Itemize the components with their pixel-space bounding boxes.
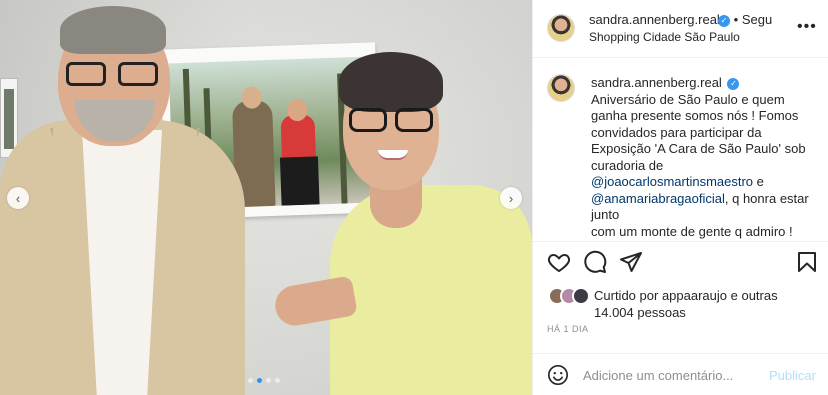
follow-button[interactable]: Segu — [742, 12, 772, 27]
chevron-left-icon: ‹ — [15, 190, 21, 206]
paper-plane-icon[interactable] — [619, 250, 643, 274]
likes-summary: Curtido por appaaraujo e outras 14.004 p… — [533, 283, 828, 323]
caption-text: com um monte de gente q admiro ! — [591, 223, 793, 239]
verified-badge-icon: ✓ — [727, 77, 740, 90]
action-bar — [533, 241, 828, 281]
heart-icon[interactable] — [547, 250, 571, 274]
comment-input[interactable] — [583, 364, 753, 386]
caption-avatar[interactable] — [547, 74, 575, 102]
mention-link[interactable]: @anamariabragaoficial — [591, 191, 725, 206]
carousel-dot — [248, 378, 253, 383]
location-link[interactable]: Shopping Cidade São Paulo — [589, 30, 740, 44]
liker-avatars[interactable] — [548, 287, 592, 305]
likes-prefix: Curtido por — [594, 288, 659, 303]
caption-username[interactable]: sandra.annenberg.real — [591, 75, 722, 90]
post-photo[interactable]: ‹ › — [0, 0, 532, 395]
post-comment-button[interactable]: Publicar — [769, 368, 816, 383]
header-separator: • — [733, 12, 739, 27]
post-timestamp[interactable]: HÁ 1 DIA — [547, 324, 589, 334]
post-sidebar: sandra.annenberg.real ✓ • Segu Shopping … — [532, 0, 828, 395]
man-glasses — [66, 62, 158, 86]
chevron-right-icon: › — [508, 190, 514, 206]
verified-badge-icon: ✓ — [718, 14, 730, 27]
comment-icon[interactable] — [583, 250, 607, 274]
comment-bar: Publicar — [533, 353, 828, 395]
more-options-icon[interactable]: ••• — [797, 18, 817, 36]
header-username[interactable]: sandra.annenberg.real — [589, 12, 720, 27]
bookmark-icon[interactable] — [795, 250, 819, 274]
post-header: sandra.annenberg.real ✓ • Segu Shopping … — [533, 0, 828, 58]
carousel-dot — [257, 378, 262, 383]
carousel-prev-button[interactable]: ‹ — [7, 187, 29, 209]
caption-connector: e — [753, 174, 764, 189]
carousel-dot — [266, 378, 271, 383]
liker-username[interactable]: appaaraujo — [662, 288, 727, 303]
carousel-dot — [275, 378, 280, 383]
smiley-icon[interactable] — [547, 364, 569, 386]
post-caption: sandra.annenberg.real ✓ Aniversário de S… — [533, 58, 828, 241]
woman-glasses — [349, 108, 433, 134]
caption-text: Aniversário de São Paulo e quem ganha pr… — [591, 91, 806, 173]
avatar[interactable] — [547, 14, 575, 42]
mention-link[interactable]: @joaocarlosmartinsmaestro — [591, 174, 753, 189]
carousel-next-button[interactable]: › — [500, 187, 522, 209]
woman-figure — [330, 185, 532, 395]
carousel-indicator — [248, 378, 280, 383]
